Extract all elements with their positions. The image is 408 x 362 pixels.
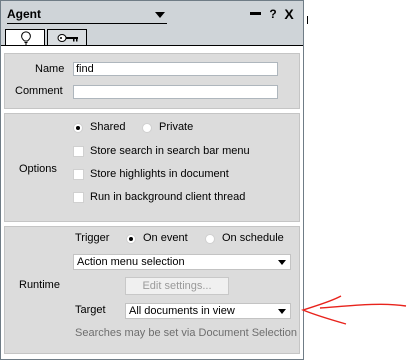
dropdown-arrow-icon <box>278 309 286 314</box>
target-select[interactable]: All documents in view <box>125 303 291 319</box>
target-select-value: All documents in view <box>129 305 235 317</box>
help-button[interactable]: ? <box>267 7 279 21</box>
tab-strip <box>1 29 303 46</box>
name-label: Name <box>35 63 65 75</box>
dropdown-arrow-icon <box>278 260 286 265</box>
name-field[interactable]: find <box>73 62 278 76</box>
trigger-label: Trigger <box>75 232 110 244</box>
hint-text: Searches may be set via Document Selecti… <box>75 327 297 339</box>
key-icon <box>57 34 78 42</box>
runtime-label: Runtime <box>19 279 60 291</box>
run-background-label: Run in background client thread <box>90 191 246 203</box>
options-label: Options <box>19 163 57 175</box>
store-search-label: Store search in search bar menu <box>90 145 250 157</box>
comment-label: Comment <box>15 85 63 97</box>
window-edge-mark <box>307 16 308 24</box>
tab-content: Name find Comment Options Shared Private… <box>1 46 303 359</box>
lightbulb-icon <box>21 31 31 45</box>
store-highlights-checkbox[interactable] <box>73 169 84 180</box>
edit-settings-button[interactable]: Edit settings... <box>125 277 229 295</box>
on-event-label: On event <box>143 232 188 244</box>
shared-radio[interactable] <box>73 123 83 133</box>
tab-basics[interactable] <box>5 29 45 46</box>
store-highlights-label: Store highlights in document <box>90 168 229 180</box>
dock-icon[interactable] <box>249 7 263 21</box>
on-event-radio[interactable] <box>126 234 136 244</box>
store-search-checkbox[interactable] <box>73 146 84 157</box>
properties-type-dropdown[interactable]: Agent <box>7 7 167 24</box>
run-background-checkbox[interactable] <box>73 192 84 203</box>
private-label: Private <box>159 121 194 133</box>
event-select[interactable]: Action menu selection <box>73 254 291 270</box>
on-schedule-radio[interactable] <box>205 234 215 244</box>
on-schedule-label: On schedule <box>222 232 284 244</box>
shared-label: Shared <box>90 121 126 133</box>
dialog-title: Agent <box>7 7 41 21</box>
identity-section: Name find Comment <box>4 53 300 109</box>
close-button[interactable]: X <box>283 7 295 21</box>
comment-field[interactable] <box>73 85 278 99</box>
agent-properties-dialog: Agent ? X Name find Comment Options Shar… <box>0 0 304 360</box>
chevron-down-icon <box>155 12 165 18</box>
options-section: Options Shared Private Store search in s… <box>4 113 300 222</box>
private-radio[interactable] <box>142 123 152 133</box>
runtime-section: Runtime Trigger On event On schedule Act… <box>4 226 300 354</box>
title-bar: Agent ? X <box>1 1 303 29</box>
tab-security[interactable] <box>47 29 87 45</box>
target-label: Target <box>75 304 106 316</box>
event-select-value: Action menu selection <box>77 256 185 268</box>
